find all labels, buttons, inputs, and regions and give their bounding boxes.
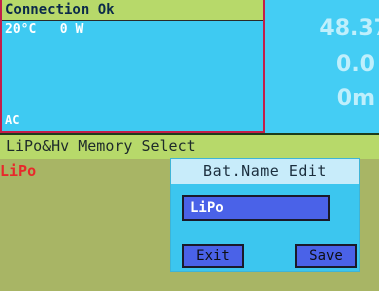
battery-name-input[interactable] [182,195,330,221]
exit-button[interactable]: Exit [182,244,244,268]
temperature-power-line: 20°C 0 W [5,22,83,37]
memory-select-bar: LiPo&Hv Memory Select [0,133,379,159]
status-panel: Connection Ok 20°C 0 W AC [0,0,265,133]
readout-value-1: 48.37 [319,16,379,41]
memory-list-item[interactable]: LiPo [0,162,36,180]
battery-name-edit-dialog: Bat.Name Edit Exit Save [171,159,359,271]
readout-value-2: 0.0 [336,52,375,77]
power-mode-label: AC [5,113,20,127]
connection-status: Connection Ok [2,0,263,21]
power-readout: 0 W [59,22,84,37]
temperature-readout: 20°C [5,22,37,37]
dialog-title: Bat.Name Edit [171,159,359,184]
save-button[interactable]: Save [295,244,357,268]
readout-value-3: 0m [336,86,375,111]
readout-panel: 48.37 0.0 0m [265,0,379,133]
